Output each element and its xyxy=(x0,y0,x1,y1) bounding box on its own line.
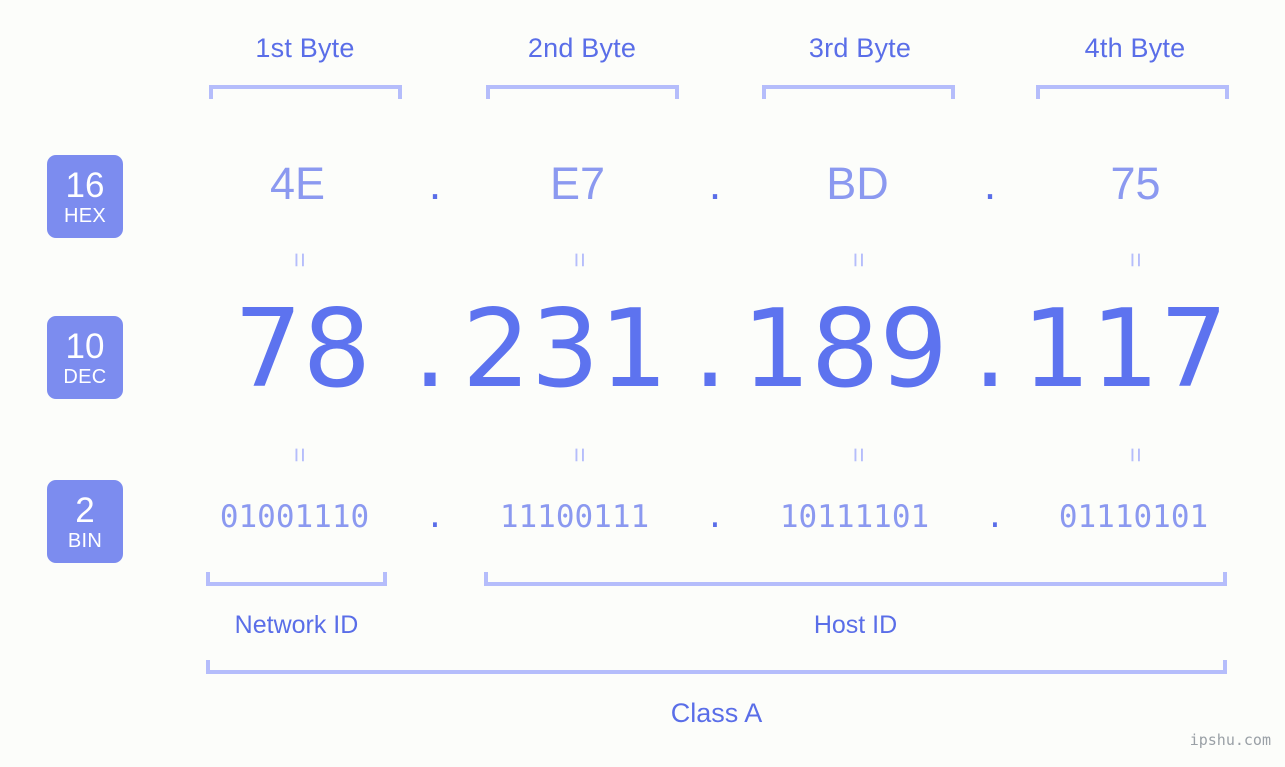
base-badge-bin-name: BIN xyxy=(67,529,103,552)
byte-header-4: 4th Byte xyxy=(1084,33,1186,63)
dec-value-2: 231 xyxy=(462,287,669,412)
dec-separator-1: . xyxy=(412,287,448,412)
dec-value-1: 78 xyxy=(233,287,372,412)
equals-mark-hex-dec-3: = xyxy=(844,252,874,268)
base-badge-dec: 10 DEC xyxy=(47,316,123,399)
hex-separator-1: . xyxy=(428,158,442,209)
byte-bracket-1 xyxy=(209,85,402,99)
equals-mark-dec-bin-2: = xyxy=(565,447,595,463)
dec-value-3: 189 xyxy=(742,287,949,412)
hex-value-4: 75 xyxy=(1110,158,1161,209)
hex-value-1: 4E xyxy=(269,158,326,209)
bin-value-3: 10111101 xyxy=(779,499,930,535)
base-badge-hex: 16 HEX xyxy=(47,155,123,238)
hex-separator-2: . xyxy=(708,158,722,209)
class-bracket xyxy=(206,660,1227,674)
ip-address-breakdown-diagram: 1st Byte 2nd Byte 3rd Byte 4th Byte 16 H… xyxy=(0,0,1285,767)
byte-bracket-3 xyxy=(762,85,955,99)
byte-header-3: 3rd Byte xyxy=(808,33,912,63)
equals-mark-hex-dec-1: = xyxy=(285,252,315,268)
byte-header-1: 1st Byte xyxy=(255,33,355,63)
dec-separator-3: . xyxy=(972,287,1008,412)
bin-value-4: 01110101 xyxy=(1058,499,1209,535)
base-badge-hex-number: 16 xyxy=(65,165,105,205)
equals-mark-dec-bin-1: = xyxy=(285,447,315,463)
equals-mark-dec-bin-3: = xyxy=(844,447,874,463)
base-badge-dec-number: 10 xyxy=(65,326,105,366)
host-id-label: Host ID xyxy=(813,611,898,639)
bin-value-1: 01001110 xyxy=(219,499,370,535)
equals-mark-dec-bin-4: = xyxy=(1121,447,1151,463)
base-badge-dec-name: DEC xyxy=(63,365,107,388)
watermark: ipshu.com xyxy=(1189,731,1271,749)
equals-mark-hex-dec-2: = xyxy=(565,252,595,268)
hex-value-2: E7 xyxy=(549,158,606,209)
byte-header-2: 2nd Byte xyxy=(527,33,637,63)
dec-value-4: 117 xyxy=(1022,287,1229,412)
bin-separator-2: . xyxy=(705,499,725,535)
base-badge-bin: 2 BIN xyxy=(47,480,123,563)
equals-mark-hex-dec-4: = xyxy=(1121,252,1151,268)
byte-bracket-4 xyxy=(1036,85,1229,99)
host-id-bracket xyxy=(484,572,1227,586)
hex-value-3: BD xyxy=(826,158,889,209)
bin-separator-3: . xyxy=(985,499,1005,535)
network-id-bracket xyxy=(206,572,387,586)
dec-separator-2: . xyxy=(692,287,728,412)
byte-bracket-2 xyxy=(486,85,679,99)
hex-separator-3: . xyxy=(983,158,997,209)
base-badge-hex-name: HEX xyxy=(63,204,107,227)
bin-separator-1: . xyxy=(425,499,445,535)
network-id-label: Network ID xyxy=(234,611,359,639)
class-label: Class A xyxy=(670,698,763,728)
base-badge-bin-number: 2 xyxy=(75,490,95,530)
bin-value-2: 11100111 xyxy=(499,499,650,535)
